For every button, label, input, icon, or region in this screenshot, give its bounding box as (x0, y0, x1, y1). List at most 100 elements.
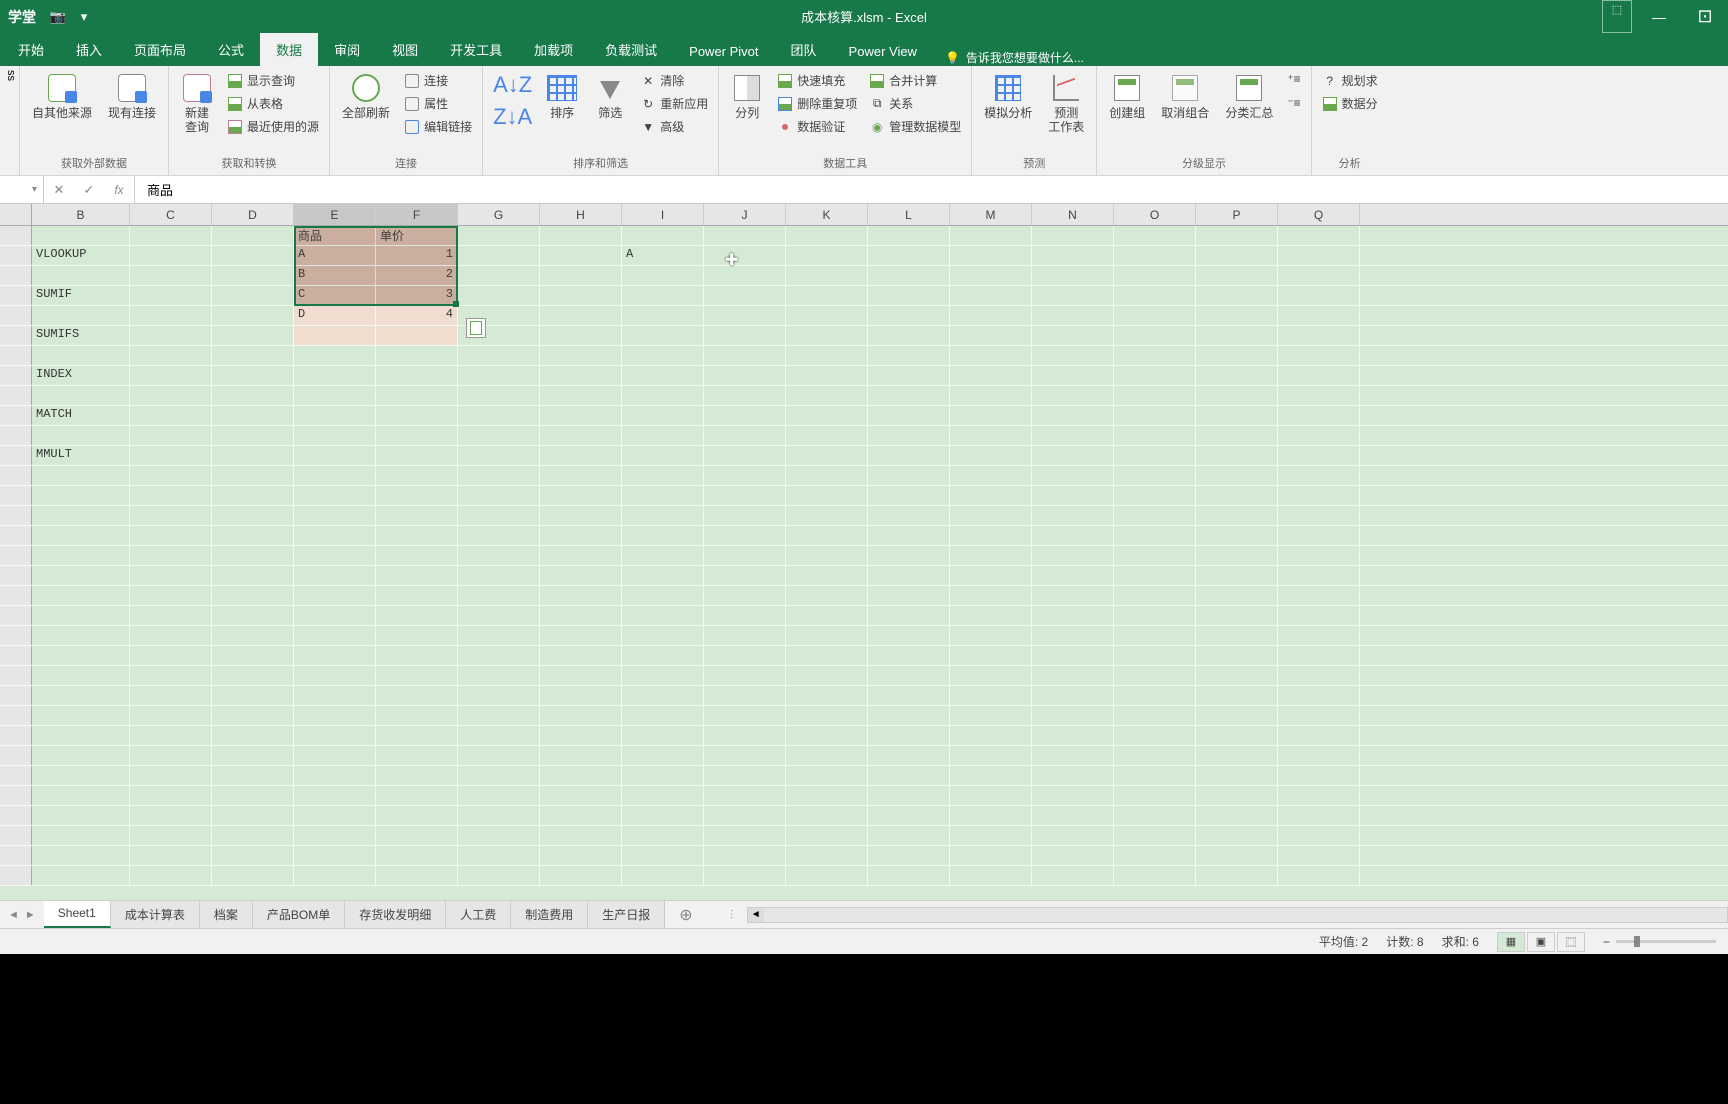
cancel-formula-button[interactable]: ✕ (44, 182, 74, 198)
tab-load-test[interactable]: 负载测试 (589, 33, 673, 66)
recent-sources-button[interactable]: 最近使用的源 (223, 116, 323, 137)
sort-asc-button[interactable]: A↓Z (489, 70, 536, 100)
tab-nav-next-icon[interactable]: ► (25, 909, 36, 921)
enter-formula-button[interactable]: ✓ (74, 182, 104, 198)
flash-fill-button[interactable]: 快速填充 (773, 70, 861, 91)
col-header[interactable]: M (950, 204, 1032, 225)
tab-power-pivot[interactable]: Power Pivot (673, 37, 774, 66)
clear-filter-button[interactable]: ✕清除 (636, 70, 712, 91)
connections-button[interactable]: 连接 (400, 70, 476, 91)
col-header[interactable]: D (212, 204, 294, 225)
app-logo: 学堂 (0, 7, 44, 27)
group-button[interactable]: 创建组 (1103, 70, 1151, 122)
name-box[interactable]: ▾ (0, 176, 44, 203)
page-layout-view-button[interactable]: ▣ (1527, 932, 1555, 952)
manage-model-button[interactable]: ◉管理数据模型 (865, 116, 965, 137)
from-table-button[interactable]: 从表格 (223, 93, 323, 114)
sheet-tab[interactable]: 人工费 (446, 901, 511, 928)
col-header[interactable]: O (1114, 204, 1196, 225)
data-validation-button[interactable]: 数据验证 (773, 116, 861, 137)
tab-formulas[interactable]: 公式 (202, 33, 260, 66)
subtotal-button[interactable]: 分类汇总 (1219, 70, 1279, 122)
tab-addins[interactable]: 加载项 (518, 33, 589, 66)
spreadsheet-grid[interactable]: B C D E F G H I J K L M N O P Q 商品单价VLOO… (0, 204, 1728, 900)
fx-button[interactable]: fx (104, 183, 134, 197)
hide-detail-button[interactable]: ⁻≡ (1283, 94, 1304, 112)
minimize-button[interactable]: — (1636, 0, 1682, 33)
col-header[interactable]: G (458, 204, 540, 225)
show-detail-button[interactable]: ⁺≡ (1283, 70, 1304, 88)
consolidate-button[interactable]: 合并计算 (865, 70, 965, 91)
forecast-sheet-button[interactable]: 预测 工作表 (1042, 70, 1090, 136)
tab-view[interactable]: 视图 (376, 33, 434, 66)
col-header[interactable]: E (294, 204, 376, 225)
tab-data[interactable]: 数据 (260, 33, 318, 66)
what-if-button[interactable]: 模拟分析 (978, 70, 1038, 122)
col-header[interactable]: B (32, 204, 130, 225)
edit-links-button[interactable]: 编辑链接 (400, 116, 476, 137)
select-all-corner[interactable] (0, 204, 32, 225)
sheet-tab[interactable]: 存货收发明细 (345, 901, 446, 928)
zoom-out-button[interactable]: − (1603, 935, 1610, 949)
horizontal-scrollbar[interactable]: ◄ (747, 907, 1728, 923)
status-bar: 平均值: 2 计数: 8 求和: 6 ▦ ▣ ⿴ − (0, 928, 1728, 954)
col-header[interactable]: I (622, 204, 704, 225)
sheet-tab[interactable]: Sheet1 (44, 901, 111, 928)
col-header[interactable]: F (376, 204, 458, 225)
qat-customize-icon[interactable]: ▾ (74, 7, 94, 27)
new-query-button[interactable]: 新建 查询 (175, 70, 219, 136)
camera-icon[interactable]: 📷 (48, 7, 68, 27)
formula-input[interactable]: 商品 (135, 176, 1728, 203)
status-count: 计数: 8 (1386, 933, 1423, 950)
show-queries-button[interactable]: 显示查询 (223, 70, 323, 91)
properties-button[interactable]: 属性 (400, 93, 476, 114)
col-header[interactable]: C (130, 204, 212, 225)
zoom-control[interactable]: − (1603, 935, 1716, 949)
sheet-tab[interactable]: 档案 (200, 901, 253, 928)
text-to-columns-button[interactable]: 分列 (725, 70, 769, 122)
sort-desc-button[interactable]: Z↓A (489, 102, 536, 132)
existing-connections-button[interactable]: 现有连接 (102, 70, 162, 122)
advanced-filter-button[interactable]: ▼高级 (636, 116, 712, 137)
col-header[interactable]: Q (1278, 204, 1360, 225)
sheet-tab[interactable]: 生产日报 (588, 901, 665, 928)
new-sheet-button[interactable]: ⊕ (665, 901, 706, 929)
group-label: 获取外部数据 (26, 153, 162, 173)
col-header[interactable]: L (868, 204, 950, 225)
page-break-view-button[interactable]: ⿴ (1557, 932, 1585, 952)
reapply-button[interactable]: ↻重新应用 (636, 93, 712, 114)
sheet-tab[interactable]: 成本计算表 (111, 901, 200, 928)
tab-nav-prev-icon[interactable]: ◄ (8, 909, 19, 921)
title-bar: 学堂 📷 ▾ 成本核算.xlsm - Excel ⬚ — ⊡ (0, 0, 1728, 33)
remove-duplicates-button[interactable]: 删除重复项 (773, 93, 861, 114)
tell-me[interactable]: 💡 告诉我您想要做什么... (933, 49, 1096, 66)
col-header[interactable]: P (1196, 204, 1278, 225)
col-header[interactable]: J (704, 204, 786, 225)
refresh-all-button[interactable]: 全部刷新 (336, 70, 396, 122)
sort-button[interactable]: 排序 (540, 70, 584, 122)
tab-power-view[interactable]: Power View (833, 37, 933, 66)
solver-button[interactable]: ?规划求 (1318, 70, 1382, 91)
tab-home[interactable]: 开始 (2, 33, 60, 66)
ungroup-button[interactable]: 取消组合 (1155, 70, 1215, 122)
close-icon[interactable]: ⊡ (1682, 0, 1728, 33)
col-header[interactable]: K (786, 204, 868, 225)
normal-view-button[interactable]: ▦ (1497, 932, 1525, 952)
tab-layout[interactable]: 页面布局 (118, 33, 202, 66)
ribbon-display-options-icon[interactable]: ⬚ (1602, 0, 1632, 33)
tab-insert[interactable]: 插入 (60, 33, 118, 66)
col-header[interactable]: N (1032, 204, 1114, 225)
sheet-tab[interactable]: 产品BOM单 (253, 901, 345, 928)
from-other-sources-button[interactable]: 自其他来源 (26, 70, 98, 122)
data-analysis-button[interactable]: 数据分 (1318, 93, 1382, 114)
tab-developer[interactable]: 开发工具 (434, 33, 518, 66)
tab-review[interactable]: 审阅 (318, 33, 376, 66)
tab-team[interactable]: 团队 (775, 33, 833, 66)
scroll-left-icon[interactable]: ◄ (748, 908, 764, 922)
col-header[interactable]: H (540, 204, 622, 225)
filter-button[interactable]: 筛选 (588, 70, 632, 122)
sheet-tab[interactable]: 制造费用 (511, 901, 588, 928)
paste-options-button[interactable] (466, 318, 486, 338)
relationships-button[interactable]: ⧉关系 (865, 93, 965, 114)
group-label: 预测 (978, 153, 1090, 173)
